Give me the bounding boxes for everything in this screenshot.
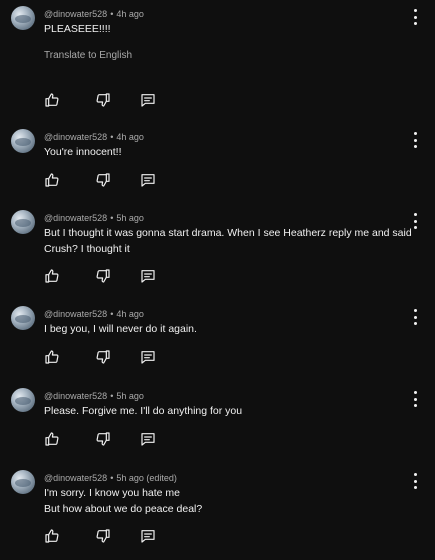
comment-line: But how about we do peace deal? <box>44 503 203 515</box>
thumbs-up-icon <box>45 529 59 543</box>
author-name[interactable]: @dinowater528 <box>44 9 107 19</box>
more-vert-icon[interactable] <box>409 473 421 489</box>
thumbs-up-icon <box>45 173 59 187</box>
comment-line: I beg you, I will never do it again. <box>44 323 197 335</box>
dislike-button[interactable] <box>93 347 113 367</box>
comment-text: You're innocent!! <box>44 144 399 160</box>
like-button[interactable] <box>42 90 62 110</box>
avatar[interactable] <box>11 210 35 234</box>
reply-button[interactable] <box>138 90 158 110</box>
comment-actions <box>40 90 160 110</box>
comment-line: Crush? I thought it <box>44 243 130 255</box>
dislike-button[interactable] <box>93 429 113 449</box>
reply-button[interactable] <box>138 526 158 546</box>
comment-line: But I thought it was gonna start drama. … <box>44 227 412 239</box>
comment-meta: @dinowater528 • 4h ago <box>44 132 144 142</box>
comment-time: 4h ago <box>116 132 144 142</box>
reply-button[interactable] <box>138 266 158 286</box>
more-vert-icon[interactable] <box>409 309 421 325</box>
reply-icon <box>141 530 155 543</box>
author-name[interactable]: @dinowater528 <box>44 213 107 223</box>
meta-separator: • <box>110 213 114 223</box>
author-name[interactable]: @dinowater528 <box>44 132 107 142</box>
like-button[interactable] <box>42 266 62 286</box>
thumbs-up-icon <box>45 269 59 283</box>
reply-icon <box>141 433 155 446</box>
comment-text: Please. Forgive me. I'll do anything for… <box>44 403 399 419</box>
avatar[interactable] <box>11 306 35 330</box>
comment-time: 4h ago <box>116 9 144 19</box>
author-name[interactable]: @dinowater528 <box>44 473 107 483</box>
author-name[interactable]: @dinowater528 <box>44 391 107 401</box>
comment-meta: @dinowater528 • 5h ago <box>44 391 144 401</box>
comment-actions <box>40 347 160 367</box>
comment-actions <box>40 526 160 546</box>
comment-line: PLEASEEE!!!! <box>44 23 111 35</box>
meta-separator: • <box>110 473 114 483</box>
comment-actions <box>40 170 160 190</box>
comment-time: 4h ago <box>116 309 144 319</box>
like-button[interactable] <box>42 526 62 546</box>
comment-meta: @dinowater528 • 4h ago <box>44 9 144 19</box>
dislike-button[interactable] <box>93 526 113 546</box>
reply-icon <box>141 351 155 364</box>
comment-meta: @dinowater528 • 5h ago <box>44 213 144 223</box>
comment-text: But I thought it was gonna start drama. … <box>44 225 412 257</box>
more-vert-icon[interactable] <box>409 9 421 25</box>
thumbs-up-icon <box>45 93 59 107</box>
avatar[interactable] <box>11 129 35 153</box>
thumbs-down-icon <box>96 529 110 543</box>
meta-separator: • <box>110 9 114 19</box>
comment-line: I'm sorry. I know you hate me <box>44 487 181 499</box>
meta-separator: • <box>110 309 114 319</box>
dislike-button[interactable] <box>93 90 113 110</box>
avatar[interactable] <box>11 470 35 494</box>
reply-icon <box>141 94 155 107</box>
more-vert-icon[interactable] <box>409 391 421 407</box>
dislike-button[interactable] <box>93 266 113 286</box>
dislike-button[interactable] <box>93 170 113 190</box>
comment-text: I beg you, I will never do it again. <box>44 321 399 337</box>
more-vert-icon[interactable] <box>409 132 421 148</box>
reply-button[interactable] <box>138 429 158 449</box>
comment-actions <box>40 266 160 286</box>
comment-meta: @dinowater528 • 5h ago (edited) <box>44 473 177 483</box>
comment-time: 5h ago <box>116 213 144 223</box>
translate-link[interactable]: Translate to English <box>44 50 132 61</box>
reply-button[interactable] <box>138 170 158 190</box>
thumbs-down-icon <box>96 93 110 107</box>
reply-icon <box>141 174 155 187</box>
thumbs-down-icon <box>96 350 110 364</box>
reply-icon <box>141 270 155 283</box>
like-button[interactable] <box>42 170 62 190</box>
comment-line: Please. Forgive me. I'll do anything for… <box>44 405 243 417</box>
author-name[interactable]: @dinowater528 <box>44 309 107 319</box>
thumbs-down-icon <box>96 173 110 187</box>
comment-text: I'm sorry. I know you hate me But how ab… <box>44 485 399 517</box>
thumbs-down-icon <box>96 432 110 446</box>
comment-text: PLEASEEE!!!! <box>44 21 399 37</box>
thumbs-up-icon <box>45 432 59 446</box>
more-vert-icon[interactable] <box>409 213 421 229</box>
thumbs-down-icon <box>96 269 110 283</box>
comment-line: You're innocent!! <box>44 146 122 158</box>
avatar[interactable] <box>11 388 35 412</box>
meta-separator: • <box>110 132 114 142</box>
thumbs-up-icon <box>45 350 59 364</box>
comment-time: 5h ago (edited) <box>116 473 177 483</box>
reply-button[interactable] <box>138 347 158 367</box>
like-button[interactable] <box>42 429 62 449</box>
avatar[interactable] <box>11 6 35 30</box>
comment-meta: @dinowater528 • 4h ago <box>44 309 144 319</box>
comment-time: 5h ago <box>116 391 144 401</box>
comment-actions <box>40 429 160 449</box>
meta-separator: • <box>110 391 114 401</box>
like-button[interactable] <box>42 347 62 367</box>
